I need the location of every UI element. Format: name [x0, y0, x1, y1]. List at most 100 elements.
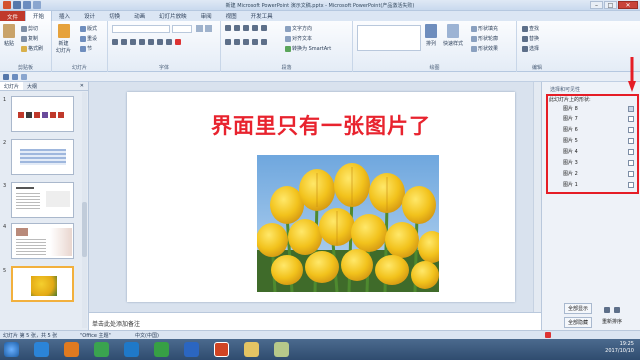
photo-icon[interactable]	[274, 342, 289, 357]
visibility-eye-icon[interactable]	[628, 182, 634, 188]
layout-button[interactable]: 版式	[80, 25, 97, 32]
tab-developer[interactable]: 开发工具	[244, 11, 280, 21]
align-left-icon[interactable]	[225, 39, 231, 45]
shape-item[interactable]: 图片 6	[563, 127, 578, 134]
input-method-icon[interactable]	[545, 332, 551, 338]
visibility-eye-icon[interactable]	[628, 149, 634, 155]
arrange-button[interactable]: 排列	[425, 24, 437, 47]
shape-item[interactable]: 图片 8	[563, 106, 578, 113]
shape-item[interactable]: 图片 5	[563, 138, 578, 145]
tab-file[interactable]: 文件	[0, 11, 26, 21]
slide-thumbnail[interactable]	[11, 96, 74, 132]
italic-icon[interactable]	[121, 39, 127, 45]
tab-slides[interactable]: 幻灯片	[0, 82, 24, 90]
show-all-button[interactable]: 全部显示	[564, 303, 593, 314]
slide-thumbnail-selected[interactable]	[11, 266, 74, 302]
tab-transitions[interactable]: 切换	[102, 11, 127, 21]
align-right-icon[interactable]	[243, 39, 249, 45]
start-button-icon[interactable]	[4, 342, 19, 357]
save-icon[interactable]	[3, 74, 9, 80]
shape-outline-button[interactable]: 形状轮廓	[471, 35, 498, 42]
visibility-eye-icon[interactable]	[628, 127, 634, 133]
text-direction-button[interactable]: 文字方向	[285, 25, 312, 32]
shape-item[interactable]: 图片 3	[563, 160, 578, 167]
browser-icon[interactable]	[34, 342, 49, 357]
grow-font-icon[interactable]	[196, 25, 203, 32]
find-button[interactable]: 查找	[522, 25, 539, 32]
copy-button[interactable]: 复制	[21, 35, 38, 42]
canvas-scrollbar[interactable]	[533, 82, 541, 312]
select-button[interactable]: 选择	[522, 45, 539, 52]
section-button[interactable]: 节	[80, 45, 92, 52]
align-center-icon[interactable]	[234, 39, 240, 45]
line-spacing-icon[interactable]	[261, 25, 267, 31]
decrease-indent-icon[interactable]	[243, 25, 249, 31]
paste-button[interactable]: 粘贴	[3, 24, 15, 47]
justify-icon[interactable]	[252, 39, 258, 45]
visibility-eye-icon[interactable]	[628, 160, 634, 166]
scrollbar-thumb[interactable]	[82, 202, 87, 257]
cloud-icon[interactable]	[124, 342, 139, 357]
close-panel-icon[interactable]: ✕	[76, 82, 88, 90]
cut-button[interactable]: 剪切	[21, 25, 38, 32]
folder-icon[interactable]	[64, 342, 79, 357]
increase-indent-icon[interactable]	[252, 25, 258, 31]
visibility-eye-icon[interactable]	[628, 171, 634, 177]
shrink-font-icon[interactable]	[205, 25, 212, 32]
current-slide[interactable]: 界面里只有一张图片了	[127, 92, 515, 302]
maximize-button[interactable]: □	[604, 1, 617, 9]
taskbar-clock[interactable]: 19:25 2017/10/10	[605, 341, 634, 355]
visibility-eye-icon[interactable]	[628, 106, 634, 112]
tab-home[interactable]: 开始	[25, 10, 53, 21]
columns-icon[interactable]	[261, 39, 267, 45]
slide-thumbnail[interactable]	[11, 223, 74, 259]
shape-item[interactable]: 图片 1	[563, 182, 578, 189]
reset-button[interactable]: 重设	[80, 35, 97, 42]
visibility-eye-icon[interactable]	[628, 138, 634, 144]
ie-icon[interactable]	[184, 342, 199, 357]
numbering-icon[interactable]	[234, 25, 240, 31]
close-button[interactable]: ✕	[618, 1, 638, 9]
underline-icon[interactable]	[130, 39, 136, 45]
replace-button[interactable]: 替换	[522, 35, 539, 42]
shape-item[interactable]: 图片 7	[563, 116, 578, 123]
bullets-icon[interactable]	[225, 25, 231, 31]
slide-title[interactable]: 界面里只有一张图片了	[127, 110, 515, 140]
bold-icon[interactable]	[112, 39, 118, 45]
font-name-box[interactable]	[112, 25, 170, 33]
visibility-eye-icon[interactable]	[628, 116, 634, 122]
app-icon[interactable]	[94, 342, 109, 357]
slide-thumbnail[interactable]	[11, 182, 74, 218]
media-icon[interactable]	[154, 342, 169, 357]
minimize-button[interactable]: –	[590, 1, 603, 9]
change-case-icon[interactable]	[166, 39, 172, 45]
language-status[interactable]: 中文(中国)	[135, 332, 159, 339]
shape-fill-button[interactable]: 形状填充	[471, 25, 498, 32]
notes-pane[interactable]: 单击此处添加备注	[89, 312, 541, 330]
quick-styles-button[interactable]: 快速样式	[443, 24, 463, 47]
shape-effects-button[interactable]: 形状效果	[471, 45, 498, 52]
undo-icon[interactable]	[12, 74, 18, 80]
move-down-icon[interactable]	[614, 307, 620, 313]
tab-view[interactable]: 视图	[219, 11, 244, 21]
strikethrough-icon[interactable]	[148, 39, 154, 45]
hide-all-button[interactable]: 全部隐藏	[564, 317, 593, 328]
tab-design[interactable]: 设计	[77, 11, 102, 21]
powerpoint-taskbar-icon[interactable]	[214, 342, 229, 357]
slides-panel-scrollbar[interactable]	[82, 92, 87, 328]
new-slide-button[interactable]: 新建 幻灯片	[56, 24, 71, 54]
char-spacing-icon[interactable]	[157, 39, 163, 45]
tab-review[interactable]: 审阅	[194, 11, 219, 21]
font-size-box[interactable]	[172, 25, 192, 33]
redo-icon[interactable]	[21, 74, 27, 80]
smartart-button[interactable]: 转换为 SmartArt	[285, 45, 331, 52]
shape-item[interactable]: 图片 2	[563, 171, 578, 178]
shadow-icon[interactable]	[139, 39, 145, 45]
tulip-photo[interactable]	[257, 155, 439, 292]
shapes-gallery[interactable]	[357, 25, 421, 51]
font-color-icon[interactable]	[175, 39, 181, 45]
tab-insert[interactable]: 插入	[52, 11, 77, 21]
tab-slideshow[interactable]: 幻灯片放映	[152, 11, 194, 21]
move-up-icon[interactable]	[604, 307, 610, 313]
tab-animations[interactable]: 动画	[127, 11, 152, 21]
